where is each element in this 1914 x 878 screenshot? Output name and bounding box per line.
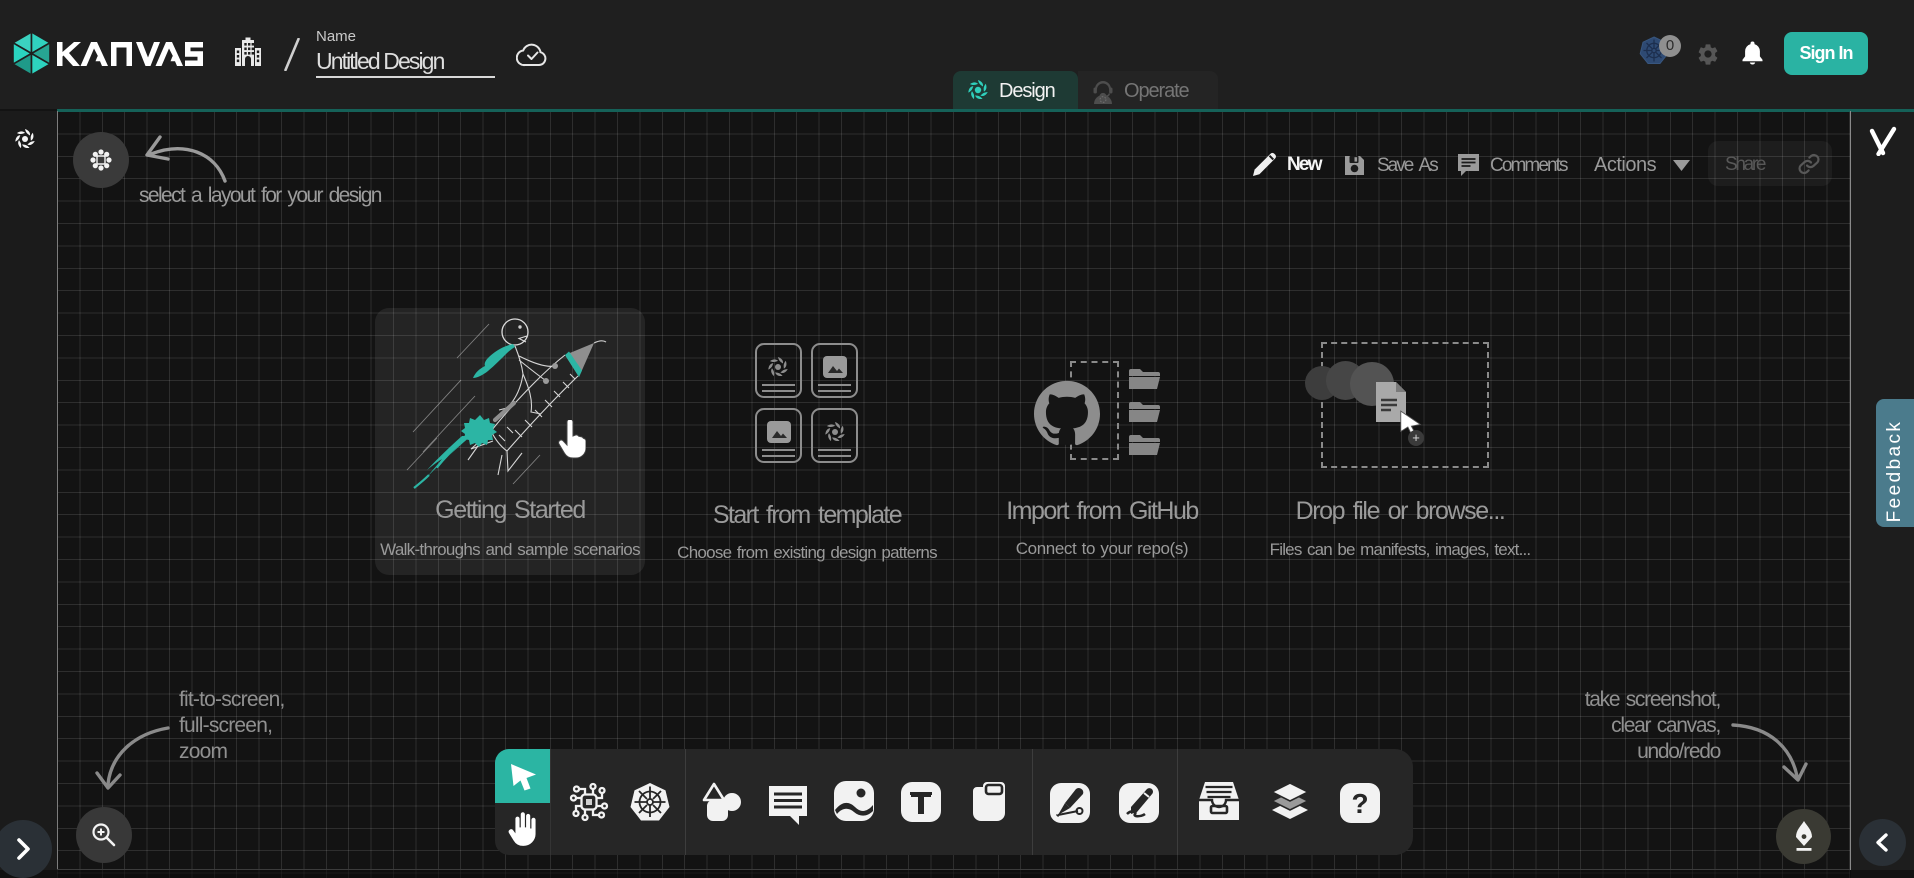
svg-text:?: ? xyxy=(1351,788,1368,819)
